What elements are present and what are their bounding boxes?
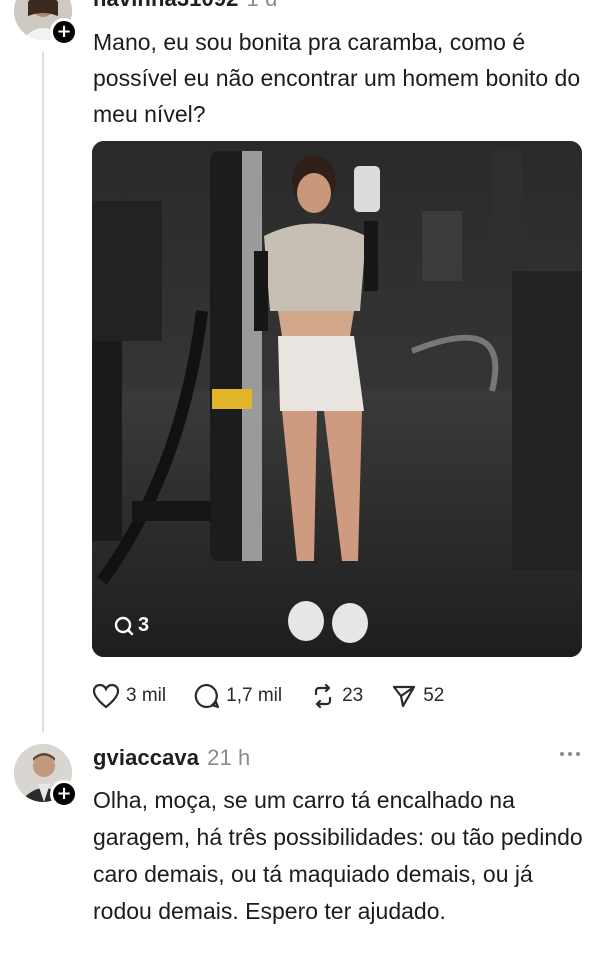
thread-connector-line (42, 52, 44, 732)
comment-icon (194, 683, 220, 709)
post1-username[interactable]: navinha31092 1 d (93, 0, 277, 12)
more-options-button[interactable] (560, 752, 580, 756)
repost-count: 23 (342, 685, 364, 706)
username-text[interactable]: gviaccava (93, 745, 199, 770)
post2-avatar-wrap[interactable]: + (14, 744, 78, 808)
post1-avatar-wrap[interactable]: + (14, 0, 78, 46)
comment-button[interactable]: 1,7 mil (194, 683, 282, 709)
post1-text: Mano, eu sou bonita pra caramba, como é … (93, 29, 581, 127)
like-count: 3 mil (126, 685, 167, 706)
post2-username[interactable]: gviaccava 21 h (93, 745, 250, 771)
repost-icon (314, 683, 332, 709)
follow-plus-icon[interactable]: + (50, 18, 78, 46)
heart-icon (92, 683, 120, 709)
send-icon (393, 685, 416, 708)
repost-button[interactable]: 23 (310, 683, 363, 709)
post1-action-bar: 3 mil 1,7 mil 23 52 (92, 683, 472, 709)
timestamp: 21 h (207, 745, 251, 770)
post2-text: Olha, moça, se um carro tá encalhado na … (93, 787, 583, 924)
share-button[interactable]: 52 (391, 683, 444, 709)
comment-count: 1,7 mil (226, 685, 283, 706)
follow-plus-icon[interactable]: + (50, 780, 78, 808)
image-count: 3 (138, 614, 150, 636)
more-dots-icon (568, 752, 572, 756)
more-dots-icon (576, 752, 580, 756)
image-count-icon (114, 616, 134, 635)
username-text[interactable]: navinha31092 (93, 0, 239, 11)
share-count: 52 (423, 685, 445, 706)
gym-selfie-photo (92, 141, 582, 657)
more-dots-icon (560, 752, 564, 756)
timestamp: 1 d (247, 0, 278, 11)
post1-image[interactable]: 3 (92, 141, 582, 657)
like-button[interactable]: 3 mil (92, 683, 166, 709)
image-count-badge[interactable]: 3 (114, 614, 149, 637)
